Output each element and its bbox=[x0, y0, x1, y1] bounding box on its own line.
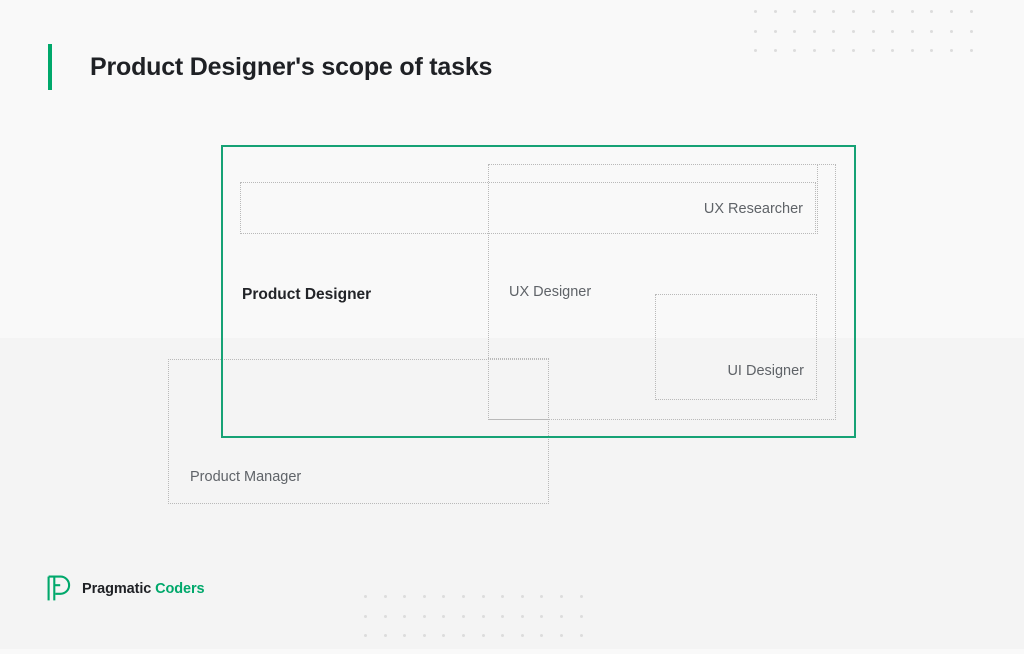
diagram-label-product-manager: Product Manager bbox=[190, 469, 302, 485]
diagram-label-product-designer: Product Designer bbox=[242, 286, 372, 303]
brand-logo: Pragmatic Coders bbox=[47, 575, 205, 602]
brand-logo-text: Pragmatic Coders bbox=[82, 581, 205, 597]
brand-word-coders: Coders bbox=[155, 580, 205, 597]
diagram-box-product-designer-scope: Product Designer bbox=[221, 145, 856, 438]
pragmatic-coders-logo-icon bbox=[47, 575, 73, 602]
brand-word-pragmatic: Pragmatic bbox=[82, 580, 152, 597]
scope-venn-diagram: UX Designer UX Researcher UI Designer Pr… bbox=[0, 0, 1024, 649]
